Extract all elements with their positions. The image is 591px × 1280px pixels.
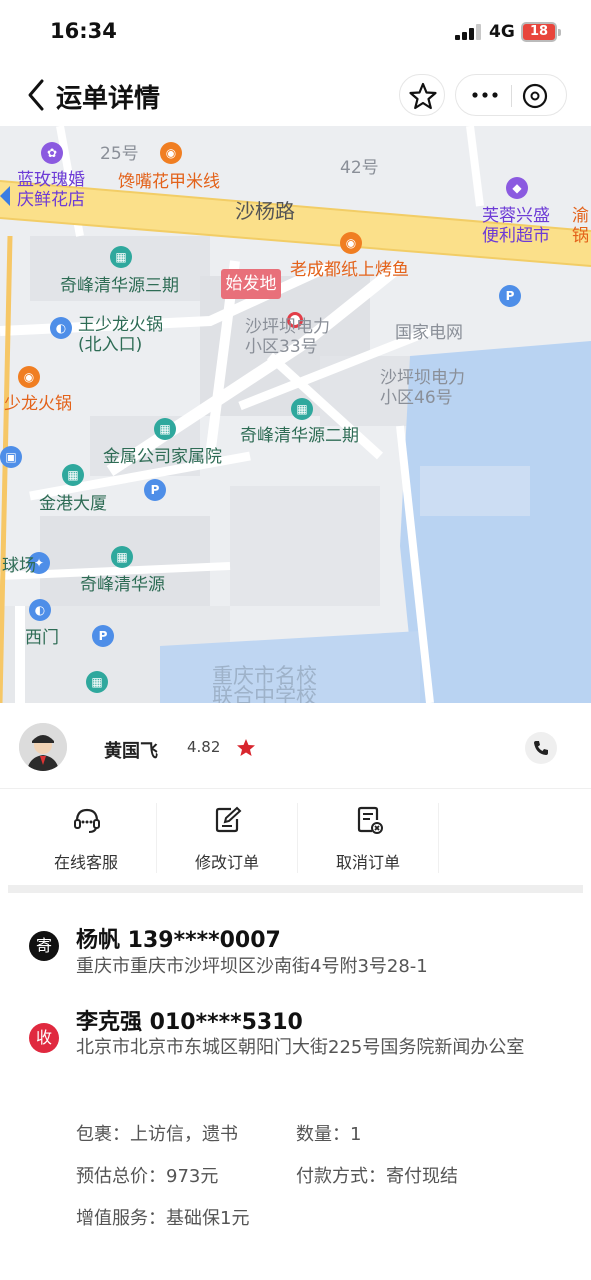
receiver-badge: 收 — [29, 1023, 59, 1053]
action-label: 取消订单 — [335, 853, 400, 872]
sender-name-phone: 杨帆 139****0007 — [76, 928, 281, 953]
building-icon: ▦ — [154, 418, 176, 440]
receiver-address: 北京市北京市东城区朝阳门大街225号国务院新闻办公室 — [76, 1037, 525, 1058]
payment-method: 付款方式：寄付现结 — [296, 1166, 458, 1187]
map-label-hotpot: 少龙火锅 — [4, 394, 72, 414]
map-label-school: 重庆市名校 联合中学校 — [212, 664, 317, 704]
map-label-flower-shop: 蓝玫瑰婚 庆鲜花店 — [17, 170, 85, 210]
map-label-qifeng: 奇峰清华源 — [80, 575, 165, 595]
map-label-metal: 金属公司家属院 — [103, 447, 222, 467]
capsule-divider — [511, 85, 512, 107]
network-type: 4G — [489, 22, 515, 42]
map-label-edge: 渝 锅 — [572, 206, 589, 246]
order-info: 寄 杨帆 139****0007 重庆市重庆市沙坪坝区沙南街4号附3号28-1 … — [0, 893, 591, 1280]
mini-program-capsule — [455, 74, 567, 116]
map-label-road: 沙杨路 — [235, 199, 295, 223]
map-label-power33: 沙坪坝电力 小区33号 — [245, 317, 330, 357]
cancel-order-button[interactable]: 取消订单 — [298, 789, 438, 885]
edit-icon — [215, 806, 242, 833]
page-title: 运单详情 — [56, 84, 161, 114]
action-label: 在线客服 — [53, 853, 118, 872]
estimated-price: 预估总价：973元 — [76, 1166, 219, 1187]
map-label-restaurant: 馋嘴花甲米线 — [118, 172, 220, 192]
more-dots-icon — [472, 92, 498, 98]
map-label-west-gate: 西门 — [25, 628, 59, 648]
restaurant-icon: ◉ — [160, 142, 182, 164]
building-icon: ▦ — [111, 546, 133, 568]
call-button[interactable] — [525, 732, 557, 764]
courier-card: 黄国飞 4.82 — [0, 703, 591, 789]
action-label: 修改订单 — [194, 853, 259, 872]
action-bar: 在线客服 修改订单 取消订单 — [0, 789, 591, 885]
parking-icon[interactable]: P — [92, 625, 114, 647]
signal-icon — [455, 24, 485, 40]
more-button[interactable] — [470, 84, 500, 106]
edit-order-button[interactable]: 修改订单 — [157, 789, 297, 885]
parking-icon[interactable]: P — [499, 285, 521, 307]
close-circle-icon — [522, 83, 548, 109]
status-time: 16:34 — [50, 19, 117, 43]
courier-name: 黄国飞 — [104, 741, 158, 762]
map-label-jingang: 金港大厦 — [39, 494, 107, 514]
map-view[interactable]: ✿ ◉ ◆ ◉ ▦ P ◐ ◉ ▦ ▦ ▣ ▦ P ✦ ▦ ◐ P ▦ 25号 … — [0, 126, 591, 703]
favorite-button[interactable] — [399, 74, 445, 116]
map-label-store: 芙蓉兴盛 便利超市 — [482, 206, 550, 246]
map-label-power46: 沙坪坝电力 小区46号 — [380, 368, 465, 408]
sender-address: 重庆市重庆市沙坪坝区沙南街4号附3号28-1 — [76, 956, 428, 977]
map-label-fish: 老成都纸上烤鱼 — [290, 260, 409, 280]
chevron-left-icon — [28, 79, 44, 111]
map-label-field: 球场 — [2, 556, 36, 576]
battery-level: 18 — [529, 24, 549, 39]
phone-icon — [534, 741, 548, 755]
status-bar: 16:34 4G 18 — [0, 0, 591, 62]
map-label-qifeng2: 奇峰清华源二期 — [240, 426, 359, 446]
service-icon: ◐ — [29, 599, 51, 621]
map-label-25: 25号 — [100, 144, 139, 164]
nav-bar: 运单详情 — [0, 62, 591, 126]
close-button[interactable] — [522, 83, 548, 109]
star-icon — [409, 82, 437, 110]
building-icon: ▦ — [291, 398, 313, 420]
battery-icon: 18 — [521, 22, 561, 42]
quantity-info: 数量：1 — [296, 1124, 362, 1145]
action-divider — [438, 803, 439, 873]
online-service-button[interactable]: 在线客服 — [16, 789, 156, 885]
map-label-state-grid: 国家电网 — [395, 323, 463, 343]
value-added-service: 增值服务：基础保1元 — [76, 1208, 250, 1229]
building-icon: ▦ — [86, 671, 108, 693]
parcel-info: 包裹：上访信，遗书 — [76, 1124, 238, 1145]
map-label-hotpot-north: 王少龙火锅 (北入口) — [78, 315, 163, 355]
headset-icon — [74, 808, 100, 833]
building-icon: ▦ — [110, 246, 132, 268]
restaurant-icon: ◉ — [340, 232, 362, 254]
cancel-document-icon — [357, 806, 383, 834]
avatar — [19, 723, 67, 771]
receiver-name-phone: 李克强 010****5310 — [76, 1010, 303, 1035]
courier-rating: 4.82 — [187, 738, 221, 756]
map-label-qifeng3: 奇峰清华源三期 — [60, 276, 179, 296]
sender-badge: 寄 — [29, 931, 59, 961]
bus-stop-icon: ▣ — [0, 446, 22, 468]
restaurant-icon: ◉ — [18, 366, 40, 388]
section-divider — [8, 885, 583, 893]
back-button[interactable] — [22, 75, 52, 115]
flower-shop-icon: ✿ — [41, 142, 63, 164]
building-icon: ▦ — [62, 464, 84, 486]
rating-star-icon — [237, 739, 255, 756]
map-label-42: 42号 — [340, 158, 379, 178]
service-icon: ◐ — [50, 317, 72, 339]
shopping-icon: ◆ — [506, 177, 528, 199]
parking-icon[interactable]: P — [144, 479, 166, 501]
origin-tag: 始发地 — [221, 269, 281, 299]
